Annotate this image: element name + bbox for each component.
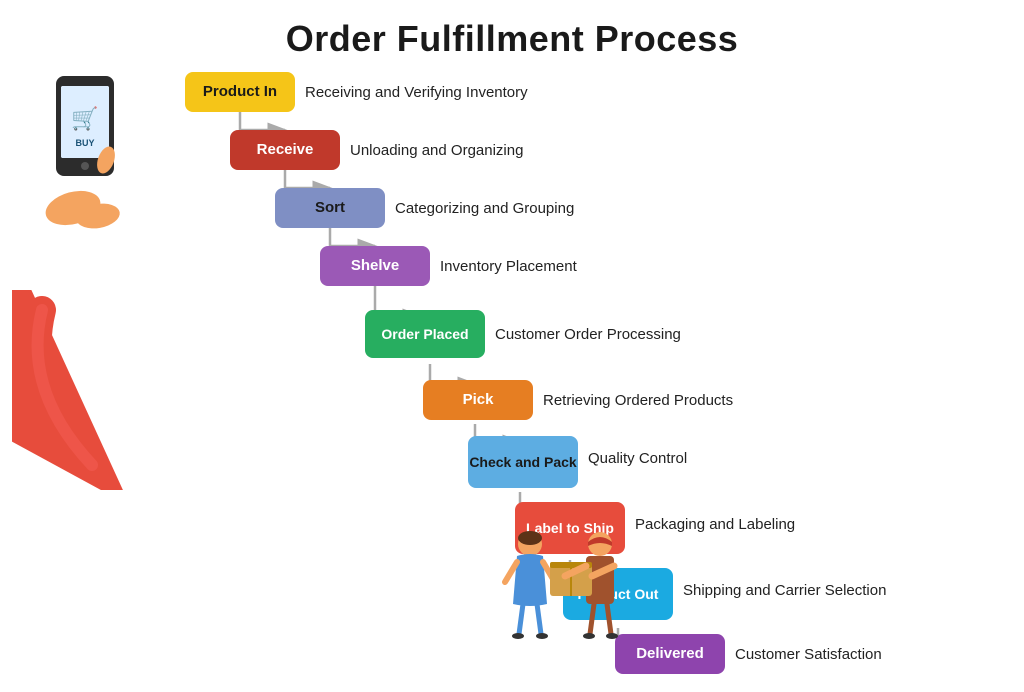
- step-order-placed: Order Placed Customer Order Processing: [365, 310, 681, 358]
- page-title: Order Fulfillment Process: [0, 0, 1024, 60]
- big-red-arrow: [12, 290, 232, 490]
- step-product-in: Product In Receiving and Verifying Inven…: [185, 72, 528, 112]
- step-pick: Pick Retrieving Ordered Products: [423, 380, 733, 420]
- step-desc-check-pack: Quality Control: [588, 450, 687, 467]
- step-delivered: Delivered Customer Satisfaction: [615, 634, 882, 674]
- step-sort: Sort Categorizing and Grouping: [275, 188, 574, 228]
- svg-text:🛒: 🛒: [71, 106, 98, 131]
- step-desc-sort: Categorizing and Grouping: [395, 200, 574, 217]
- step-desc-label-ship: Packaging and Labeling: [635, 516, 795, 533]
- step-desc-order-placed: Customer Order Processing: [495, 326, 681, 343]
- step-box-shelve: Shelve: [320, 246, 430, 286]
- step-desc-product-in: Receiving and Verifying Inventory: [305, 84, 528, 101]
- step-desc-pick: Retrieving Ordered Products: [543, 392, 733, 409]
- step-desc-product-out: Shipping and Carrier Selection: [683, 582, 886, 599]
- step-shelve: Shelve Inventory Placement: [320, 246, 577, 286]
- step-box-product-in: Product In: [185, 72, 295, 112]
- phone-illustration: 🛒 BUY: [18, 68, 148, 228]
- step-box-sort: Sort: [275, 188, 385, 228]
- svg-text:BUY: BUY: [75, 138, 94, 148]
- step-check-pack: Check and Pack Quality Control: [468, 436, 687, 488]
- step-box-order-placed: Order Placed: [365, 310, 485, 358]
- step-box-check-pack: Check and Pack: [468, 436, 578, 488]
- step-desc-receive: Unloading and Organizing: [350, 142, 523, 159]
- delivery-illustration: [495, 524, 640, 649]
- step-receive: Receive Unloading and Organizing: [230, 130, 523, 170]
- step-box-pick: Pick: [423, 380, 533, 420]
- step-box-receive: Receive: [230, 130, 340, 170]
- step-desc-delivered: Customer Satisfaction: [735, 646, 882, 663]
- step-desc-shelve: Inventory Placement: [440, 258, 577, 275]
